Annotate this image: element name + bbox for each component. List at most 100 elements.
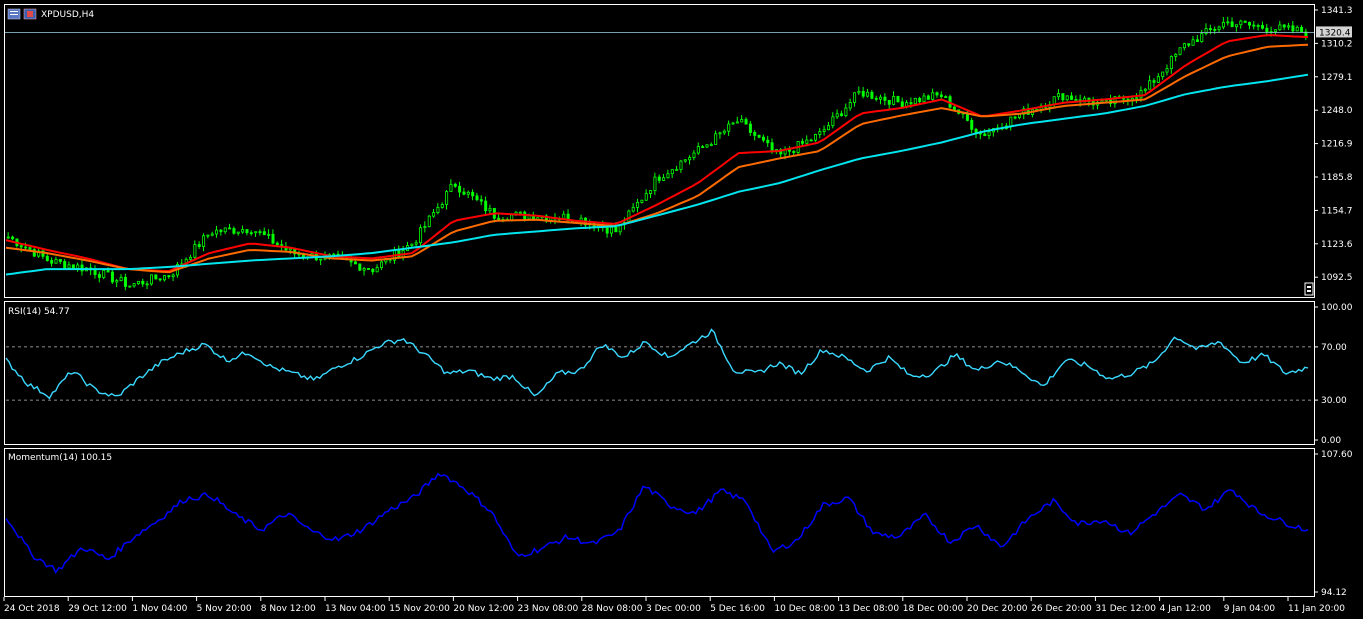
candle-body [857,90,861,94]
momentum-layer: 107.60 94.12 [5,450,1353,598]
candle-body [1169,55,1173,70]
candle-body [805,139,809,144]
candle-body [24,246,28,249]
candle-body [197,244,201,247]
candle-body [610,226,614,234]
candle-body [918,97,922,103]
candle-body [410,243,414,246]
candle-body [76,264,80,269]
candle-body [1282,24,1286,28]
candle-body [462,191,466,195]
candle-body [1143,88,1147,92]
momentum-line [5,472,1309,575]
candle-body [471,191,475,197]
candle-body [636,201,640,208]
candle-body [688,157,692,161]
candle-body [1226,21,1230,24]
candle-body [67,264,71,269]
candle-body [6,236,10,239]
price-tick-label: 1123.6 [1321,240,1353,250]
time-tick-label: 15 Nov 20:00 [389,604,450,614]
candle-body [657,176,661,181]
candle-body [718,132,722,135]
candle-body [1182,43,1186,49]
rsi-tick-label: 100.00 [1321,303,1353,313]
candle-body [71,264,75,269]
time-tick-label: 3 Dec 00:00 [646,604,701,614]
price-tick-label: 1185.8 [1321,173,1353,183]
rsi-tick-label: 70.00 [1321,343,1347,353]
scroll-marker-icon[interactable] [1304,282,1314,296]
candle-body [1009,116,1013,127]
candle-body [1230,21,1234,28]
time-tick-label: 5 Dec 16:00 [710,604,765,614]
candle-body [1148,80,1152,90]
candle-body [761,136,765,141]
candle-body [705,144,709,148]
candle-body [787,149,791,152]
candle-body [848,102,852,109]
time-tick-label: 9 Jan 04:00 [1224,604,1276,614]
candle-body [163,275,167,281]
candle-body [562,213,566,220]
candle-body [1234,24,1238,28]
candle-body [892,96,896,105]
candle-body [45,255,49,261]
candle-body [731,122,735,125]
candle-body [497,217,501,221]
chart-canvas[interactable]: 1341.3 1310.2 1279.1 1248.0 1216.9 1185.8 1154… [0,0,1363,619]
moving-averages-layer [5,34,1309,276]
price-tick-label: 1092.5 [1321,273,1353,283]
candle-body [375,267,379,273]
candle-body [740,119,744,123]
price-tick-label: 1310.2 [1321,39,1353,49]
candle-body [58,258,62,262]
candle-body [449,183,453,193]
candle-body [440,204,444,208]
time-tick-label: 26 Dec 20:00 [1031,604,1092,614]
candle-body [744,119,748,125]
candle-body [1256,25,1260,27]
candle-body [900,101,904,108]
candle-body [670,169,674,175]
candle-body [683,159,687,162]
candle-body [63,261,67,269]
candle-body [1195,39,1199,43]
candle-body [366,268,370,270]
candle-body [883,96,887,101]
candle-body [414,242,418,245]
candle-body [419,227,423,244]
candle-body [887,99,891,105]
candle-body [1074,99,1078,101]
candle-body [735,121,739,124]
candle-body [141,280,145,285]
time-tick-label: 28 Nov 08:00 [582,604,643,614]
time-tick-label: 20 Nov 12:00 [453,604,514,614]
candle-body [115,280,119,283]
candle-body [679,160,683,170]
candle-body [831,116,835,127]
candle-body [1135,97,1139,100]
rsi-layer: 100.00 70.00 30.00 0.00 [5,303,1353,446]
candle-body [1295,26,1299,32]
candle-body [649,190,653,194]
candle-body [1300,26,1304,33]
candle-body [475,195,479,201]
candle-body [922,95,926,103]
candle-body [158,278,162,281]
candle-body [119,276,123,281]
candle-body [484,200,488,212]
candle-body [800,141,804,144]
candle-body [262,231,266,236]
candle-body [123,276,127,287]
candle-body [1265,27,1269,33]
candle-body [866,91,870,97]
candle-body [466,191,470,195]
candle-body [267,233,271,236]
candle-body [423,226,427,229]
candle-body [913,97,917,105]
candle-body [488,207,492,212]
candle-body [896,96,900,103]
rsi-title: RSI(14) 54.77 [8,307,70,317]
candle-body [1057,93,1061,98]
